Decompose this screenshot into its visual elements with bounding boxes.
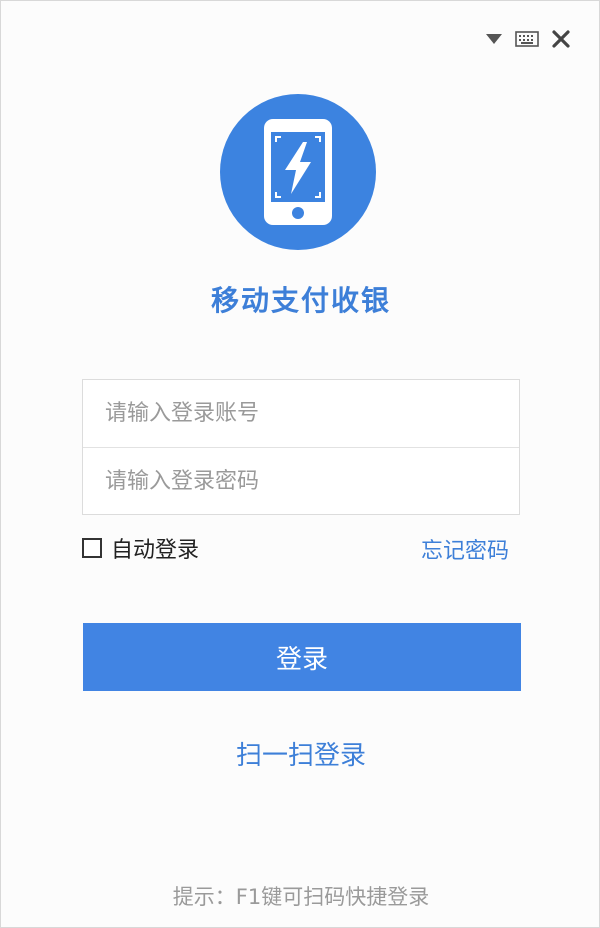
hint-text: 提示：F1键可扫码快捷登录 xyxy=(172,885,430,909)
auto-login-label: 自动登录 xyxy=(111,538,200,563)
dropdown-menu-button[interactable] xyxy=(485,33,503,45)
triangle-down-icon xyxy=(486,34,502,44)
scan-login-link[interactable]: 扫一扫登录 xyxy=(1,735,600,772)
auto-login-option[interactable]: 自动登录 xyxy=(82,532,199,564)
close-button[interactable] xyxy=(551,29,571,49)
auto-login-checkbox[interactable] xyxy=(82,538,102,558)
keyboard-icon xyxy=(515,31,539,47)
window-controls xyxy=(485,29,571,49)
password-input[interactable] xyxy=(83,448,519,515)
login-form xyxy=(82,379,520,515)
phone-lightning-icon xyxy=(264,119,332,225)
app-logo xyxy=(220,94,376,250)
close-icon xyxy=(552,30,570,48)
login-button[interactable]: 登录 xyxy=(83,623,521,691)
account-input[interactable] xyxy=(83,380,519,447)
app-title: 移动支付收银 xyxy=(210,284,391,317)
login-window: 移动支付收银 自动登录 忘记密码 登录 扫一扫登录 提示：F1键可扫码快捷登录 xyxy=(0,0,600,928)
keyboard-button[interactable] xyxy=(515,31,539,47)
forgot-password-link[interactable]: 忘记密码 xyxy=(421,533,509,565)
